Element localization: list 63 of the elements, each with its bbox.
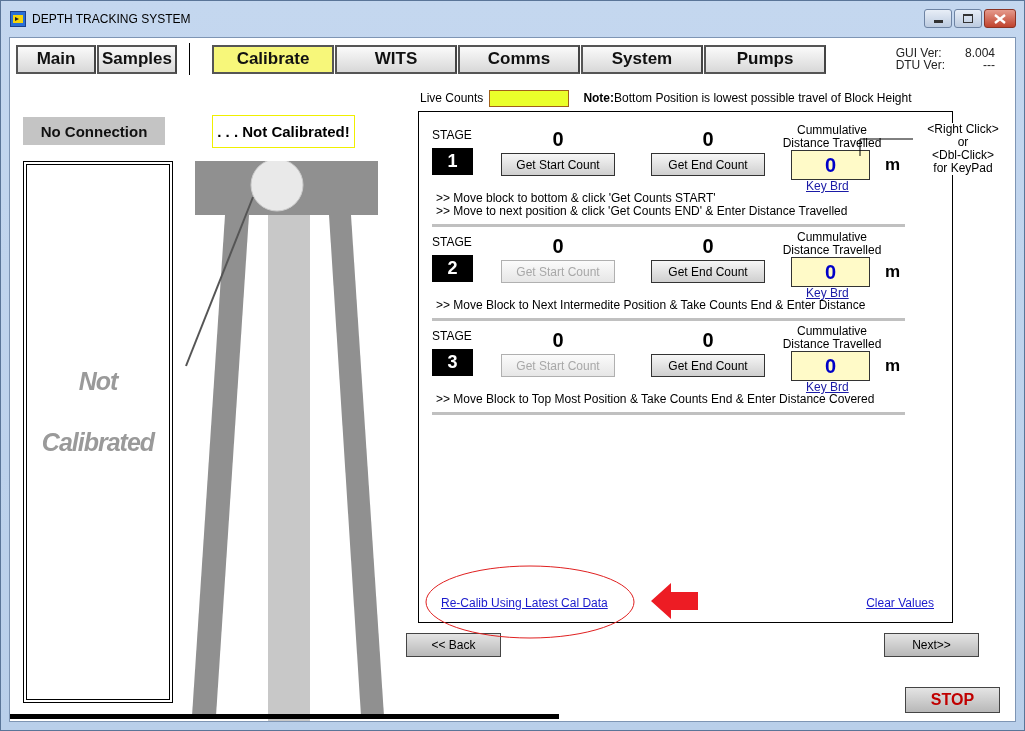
distance-field[interactable]: 0 — [791, 351, 870, 381]
distance-label: Cummulative Distance Travelled — [781, 325, 883, 351]
end-count-value: 0 — [702, 128, 714, 150]
next-button[interactable]: Next>> — [884, 633, 979, 657]
connection-status: No Connection — [23, 117, 165, 145]
window-title: DEPTH TRACKING SYSTEM — [32, 12, 191, 26]
instruction-text: >> Move Block to Next Intermedite Position & Take Counts End & Enter Distance — [435, 299, 867, 312]
app-icon — [10, 11, 26, 27]
unit-label: m — [885, 356, 901, 376]
stage-label: STAGE — [432, 128, 472, 142]
tab[interactable]: Pumps — [704, 44, 826, 74]
keyboard-link[interactable]: Key Brd — [806, 381, 849, 393]
distance-field[interactable]: 0 — [791, 150, 870, 180]
instruction-text: >> Move block to bottom & click 'Get Counts START' — [435, 192, 717, 205]
start-count-value: 0 — [552, 128, 564, 150]
version-value: --- — [982, 59, 995, 71]
instruction-text: >> Move to next position & click 'Get Counts END' & Enter Distance Travelled — [435, 205, 849, 218]
maximize-button[interactable] — [954, 9, 982, 28]
start-count-value: 0 — [552, 235, 564, 257]
unit-label: m — [885, 262, 901, 282]
end-count-value: 0 — [702, 329, 714, 351]
minimize-button[interactable] — [924, 9, 952, 28]
version-label: GUI Ver: — [895, 47, 943, 59]
tab[interactable]: Main — [16, 44, 96, 74]
back-button[interactable]: << Back — [406, 633, 501, 657]
close-icon — [994, 13, 1006, 24]
version-value: 8.004 — [964, 47, 995, 59]
tab[interactable]: System — [581, 44, 703, 74]
live-counts-label: Live Counts — [420, 91, 484, 105]
instruction-text: >> Move Block to Top Most Position & Take Counts End & Enter Distance Covered — [435, 393, 876, 406]
stage-label: STAGE — [432, 235, 472, 249]
stop-button[interactable]: STOP — [905, 687, 1000, 713]
clear-values-link[interactable]: Clear Values — [866, 596, 934, 610]
tab[interactable]: Comms — [458, 44, 580, 74]
tab[interactable]: Samples — [97, 44, 177, 74]
get-start-count-button[interactable]: Get Start Count — [501, 153, 615, 176]
keyboard-link[interactable]: Key Brd — [806, 287, 849, 299]
stage-number: 3 — [432, 349, 473, 376]
gauge-status-text: Calibrated — [41, 428, 155, 457]
calibration-status: . . . Not Calibrated! — [212, 115, 355, 148]
close-button[interactable] — [984, 9, 1016, 28]
version-label: DTU Ver: — [895, 59, 945, 71]
stage-number: 1 — [432, 148, 473, 175]
unit-label: m — [885, 155, 901, 175]
get-end-count-button[interactable]: Get End Count — [651, 153, 765, 176]
end-count-value: 0 — [702, 235, 714, 257]
distance-label: Cummulative Distance Travelled — [781, 124, 883, 150]
get-end-count-button[interactable]: Get End Count — [651, 260, 765, 283]
stage-label: STAGE — [432, 329, 472, 343]
note-text: Note:Bottom Position is lowest possible travel of Block Height — [583, 91, 912, 105]
keyboard-link[interactable]: Key Brd — [806, 180, 849, 192]
distance-field[interactable]: 0 — [791, 257, 870, 287]
tab[interactable]: WITS — [335, 44, 457, 74]
recalib-link[interactable]: Re-Calib Using Latest Cal Data — [441, 596, 608, 610]
minimize-icon — [933, 19, 943, 23]
tab[interactable]: Calibrate — [212, 44, 334, 74]
start-count-value: 0 — [552, 329, 564, 351]
stage-number: 2 — [432, 255, 473, 282]
get-end-count-button[interactable]: Get End Count — [651, 354, 765, 377]
maximize-icon — [963, 14, 973, 23]
gauge-status-text: Not — [78, 367, 118, 396]
distance-label: Cummulative Distance Travelled — [781, 231, 883, 257]
arrow-icon — [651, 583, 698, 619]
